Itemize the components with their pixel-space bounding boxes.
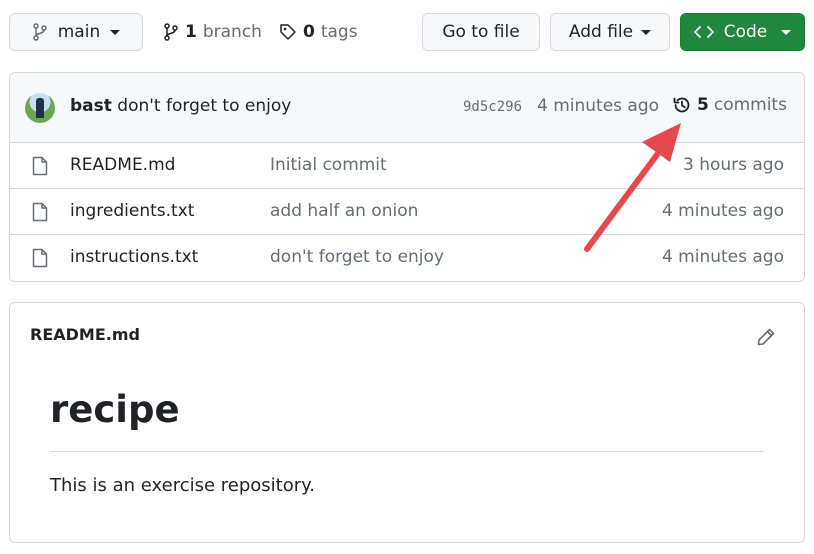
file-row[interactable]: instructions.txt don't forget to enjoy 4… bbox=[10, 235, 804, 281]
code-label: Code bbox=[723, 22, 768, 42]
avatar[interactable] bbox=[25, 93, 55, 123]
file-commit-time: 4 minutes ago bbox=[661, 247, 784, 267]
divider bbox=[50, 451, 764, 452]
file-icon bbox=[32, 202, 48, 222]
add-file-button[interactable]: Add file bbox=[550, 13, 670, 51]
go-to-file-button[interactable]: Go to file bbox=[422, 13, 540, 51]
latest-commit-bar: bast don't forget to enjoy 9d5c296 4 min… bbox=[10, 73, 804, 143]
code-icon bbox=[693, 26, 714, 38]
code-button[interactable]: Code bbox=[680, 13, 805, 51]
readme-paragraph: This is an exercise repository. bbox=[50, 475, 315, 496]
commit-summary: bast don't forget to enjoy bbox=[70, 96, 291, 116]
go-to-file-label: Go to file bbox=[442, 22, 520, 42]
file-commit-time: 3 hours ago bbox=[682, 155, 784, 175]
chevron-down-icon bbox=[641, 29, 652, 35]
git-branch-icon bbox=[164, 23, 178, 41]
file-commit-time: 4 minutes ago bbox=[661, 201, 784, 221]
tag-count: 0 bbox=[303, 22, 315, 42]
readme-panel: README.md recipe This is an exercise rep… bbox=[9, 302, 805, 543]
commit-time: 4 minutes ago bbox=[537, 96, 660, 116]
commits-link[interactable]: 5 commits bbox=[672, 95, 787, 115]
branch-word: branch bbox=[202, 22, 262, 42]
branches-link[interactable]: 1 branch bbox=[163, 20, 262, 44]
git-branch-icon bbox=[33, 23, 47, 41]
file-icon bbox=[32, 156, 48, 176]
tags-link[interactable]: 0 tags bbox=[279, 20, 358, 44]
file-row[interactable]: README.md Initial commit 3 hours ago bbox=[10, 143, 804, 189]
history-icon bbox=[673, 97, 690, 113]
commit-author[interactable]: bast bbox=[70, 96, 112, 116]
commit-word: commits bbox=[713, 95, 787, 115]
branch-name: main bbox=[57, 22, 101, 42]
file-commit-message[interactable]: add half an onion bbox=[270, 201, 418, 221]
file-icon bbox=[32, 248, 48, 268]
chevron-down-icon bbox=[110, 29, 121, 35]
readme-filename: README.md bbox=[30, 325, 140, 344]
file-commit-message[interactable]: don't forget to enjoy bbox=[270, 247, 444, 267]
commit-sha[interactable]: 9d5c296 bbox=[463, 99, 522, 115]
file-name[interactable]: README.md bbox=[70, 155, 175, 175]
readme-heading: recipe bbox=[50, 388, 180, 431]
file-commit-message[interactable]: Initial commit bbox=[270, 155, 387, 175]
file-name[interactable]: ingredients.txt bbox=[70, 201, 194, 221]
commit-count: 5 bbox=[697, 95, 709, 115]
commit-message[interactable]: don't forget to enjoy bbox=[117, 96, 291, 116]
pencil-icon[interactable] bbox=[756, 327, 776, 347]
file-name[interactable]: instructions.txt bbox=[70, 247, 198, 267]
tag-icon bbox=[280, 24, 296, 40]
branch-select-button[interactable]: main bbox=[9, 13, 143, 51]
add-file-label: Add file bbox=[568, 22, 634, 42]
file-row[interactable]: ingredients.txt add half an onion 4 minu… bbox=[10, 189, 804, 235]
tag-word: tags bbox=[320, 22, 358, 42]
branch-count: 1 bbox=[185, 22, 197, 42]
chevron-down-icon bbox=[781, 29, 792, 35]
file-browser: bast don't forget to enjoy 9d5c296 4 min… bbox=[9, 72, 805, 282]
